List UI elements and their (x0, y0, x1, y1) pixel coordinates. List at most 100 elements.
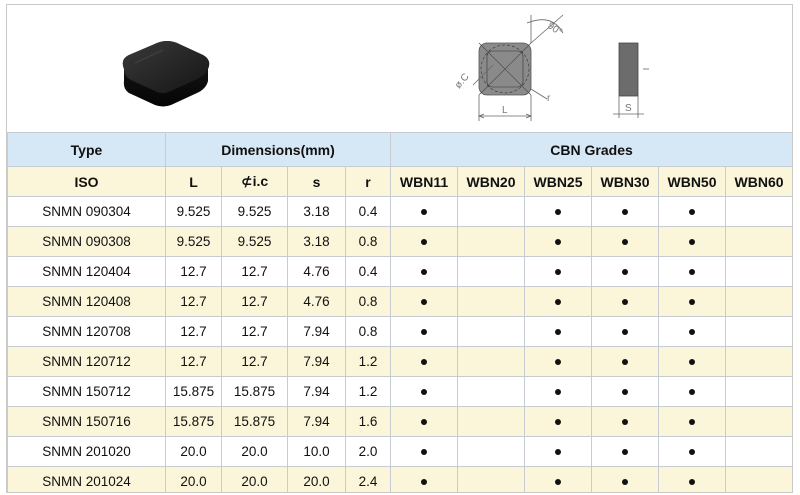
grade-cell (725, 196, 792, 227)
availability-dot-icon (555, 359, 562, 366)
availability-dot-icon (622, 359, 629, 366)
grade-cell (524, 256, 593, 287)
ic-cell: 9.525 (221, 196, 288, 227)
grade-cell (524, 286, 593, 317)
column-header-ic-label: i.c (252, 173, 269, 189)
product-sheet: 90° ø.C r L S Type Dimensions(mm) CBN Gr… (6, 4, 793, 493)
grade-cell (658, 346, 727, 377)
ic-label: ø.C (453, 72, 472, 91)
r-cell: 0.4 (344, 196, 392, 227)
r-cell: 1.2 (344, 346, 392, 377)
length-cell: 15.875 (165, 376, 222, 407)
length-cell: 9.525 (165, 196, 222, 227)
availability-dot-icon (421, 449, 428, 456)
availability-dot-icon (421, 239, 428, 246)
grade-cell (390, 406, 459, 437)
thickness-label: S (625, 103, 632, 114)
availability-dot-icon (622, 269, 629, 276)
grade-cell (658, 466, 727, 492)
column-header-wbn50: WBN50 (658, 166, 727, 197)
s-cell: 7.94 (287, 376, 346, 407)
r-cell: 2.4 (344, 466, 392, 492)
table-row: SNMN 150716 15.875 15.875 7.94 1.6 (7, 406, 792, 437)
iso-cell: SNMN 120408 (7, 286, 166, 317)
grade-cell (658, 436, 727, 467)
grade-cell (658, 286, 727, 317)
grade-cell (725, 316, 792, 347)
grade-cell (457, 436, 526, 467)
grade-cell (591, 346, 660, 377)
availability-dot-icon (689, 269, 696, 276)
ic-cell: 15.875 (221, 406, 288, 437)
grade-cell (457, 256, 526, 287)
r-cell: 1.6 (344, 406, 392, 437)
availability-dot-icon (689, 389, 696, 396)
product-illustration-area: 90° ø.C r L S (7, 5, 792, 132)
grade-cell (725, 346, 792, 377)
iso-cell: SNMN 120712 (7, 346, 166, 377)
table-row: SNMN 201020 20.0 20.0 10.0 2.0 (7, 436, 792, 467)
grade-cell (658, 316, 727, 347)
radius-label: r (547, 93, 551, 104)
grade-cell (591, 256, 660, 287)
grade-cell (658, 376, 727, 407)
column-header-iso: ISO (7, 166, 166, 197)
insert-illustration: 90° ø.C r L S (122, 14, 649, 121)
availability-dot-icon (421, 419, 428, 426)
availability-dot-icon (689, 419, 696, 426)
grade-cell (658, 406, 727, 437)
r-cell: 1.2 (344, 376, 392, 407)
s-cell: 10.0 (287, 436, 346, 467)
column-header-r: r (344, 166, 392, 197)
length-label: L (502, 105, 508, 116)
grade-cell (591, 466, 660, 492)
grade-cell (390, 226, 459, 257)
grade-cell (658, 226, 727, 257)
table-row: SNMN 090304 9.525 9.525 3.18 0.4 (7, 196, 792, 227)
grade-cell (457, 226, 526, 257)
availability-dot-icon (555, 449, 562, 456)
availability-dot-icon (421, 359, 428, 366)
specification-table: Type Dimensions(mm) CBN Grades ISO L ⊄i.… (7, 132, 792, 492)
grade-cell (457, 406, 526, 437)
table-row: SNMN 150712 15.875 15.875 7.94 1.2 (7, 376, 792, 407)
grade-cell (457, 316, 526, 347)
grade-cell (725, 286, 792, 317)
table-body: SNMN 090304 9.525 9.525 3.18 0.4 SNMN 090308 9… (7, 196, 792, 492)
grade-cell (457, 466, 526, 492)
length-cell: 20.0 (165, 466, 222, 492)
grade-cell (524, 226, 593, 257)
grade-cell (390, 466, 459, 492)
table-row: SNMN 120408 12.7 12.7 4.76 0.8 (7, 286, 792, 317)
grade-cell (457, 196, 526, 227)
grade-cell (524, 316, 593, 347)
column-header-ic: ⊄i.c (221, 166, 288, 197)
grade-cell (524, 406, 593, 437)
table-row: SNMN 120404 12.7 12.7 4.76 0.4 (7, 256, 792, 287)
length-cell: 12.7 (165, 256, 222, 287)
grade-cell (390, 346, 459, 377)
ic-cell: 20.0 (221, 436, 288, 467)
iso-cell: SNMN 201020 (7, 436, 166, 467)
diameter-symbol: ⊄ (240, 173, 253, 189)
length-cell: 20.0 (165, 436, 222, 467)
iso-cell: SNMN 120404 (7, 256, 166, 287)
availability-dot-icon (689, 239, 696, 246)
availability-dot-icon (622, 389, 629, 396)
length-cell: 12.7 (165, 316, 222, 347)
s-cell: 20.0 (287, 466, 346, 492)
availability-dot-icon (421, 299, 428, 306)
dimensions-header: Dimensions(mm) (164, 132, 392, 167)
availability-dot-icon (555, 329, 562, 336)
table-row: SNMN 090308 9.525 9.525 3.18 0.8 (7, 226, 792, 257)
availability-dot-icon (421, 269, 428, 276)
grade-cell (524, 376, 593, 407)
availability-dot-icon (555, 209, 562, 216)
r-cell: 0.8 (344, 316, 392, 347)
grade-cell (524, 436, 593, 467)
availability-dot-icon (622, 239, 629, 246)
grade-cell (457, 286, 526, 317)
r-cell: 2.0 (344, 436, 392, 467)
iso-cell: SNMN 150716 (7, 406, 166, 437)
column-header-wbn11: WBN11 (390, 166, 459, 197)
